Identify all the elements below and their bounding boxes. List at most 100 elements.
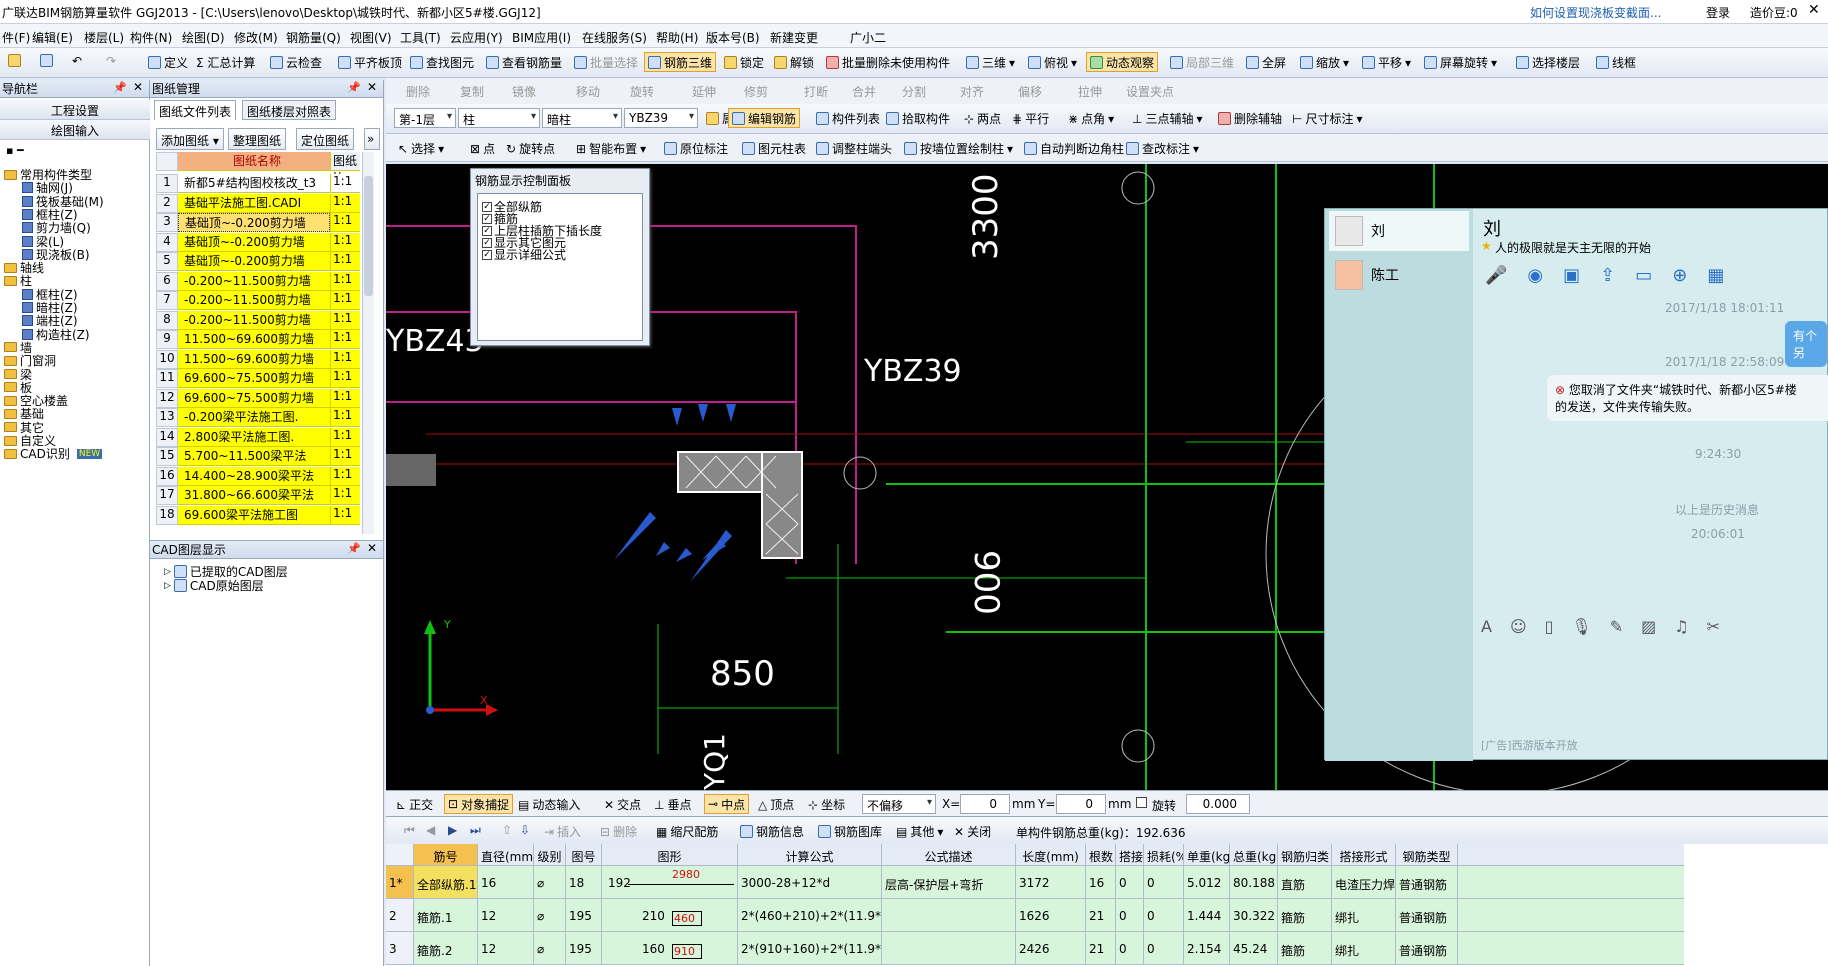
drawing-row[interactable]: 9 11.500~69.600剪力墙 1:1 xyxy=(156,330,360,349)
move-button[interactable]: 移动 xyxy=(576,83,600,100)
save-button[interactable] xyxy=(40,54,53,67)
auto-corner-button[interactable]: 自动判断边角柱 xyxy=(1024,140,1124,157)
grid-cell[interactable]: ⌀ xyxy=(534,932,566,964)
grid-row[interactable]: 3 箍筋.2 12 ⌀ 195 160 910 2*(910+160)+2*(11.9*d) 2… xyxy=(386,932,1684,965)
drawing-scale[interactable]: 1:1 xyxy=(330,447,360,466)
grid-cell[interactable]: 12 xyxy=(478,899,534,931)
subtype-select[interactable]: 暗柱 xyxy=(542,108,622,128)
drawing-name[interactable]: 基础顶~-0.200剪力墙 xyxy=(178,213,330,232)
select-button[interactable]: ↖ 选择 ▾ xyxy=(398,140,444,157)
drawing-row[interactable]: 12 69.600~75.500剪力墙 1:1 xyxy=(156,388,360,408)
batch-select-button[interactable]: 批量选择 xyxy=(574,54,638,71)
other-button[interactable]: ▤ 其他 ▾ xyxy=(896,823,943,840)
drawing-name[interactable]: 2.800梁平法施工图. xyxy=(178,427,330,447)
grid-cell[interactable]: 普通钢筋 xyxy=(1396,866,1458,898)
grid-cell[interactable]: 0 xyxy=(1144,932,1184,964)
zoom-button[interactable]: 缩放 ▾ xyxy=(1300,54,1349,71)
type-select[interactable]: 柱 xyxy=(458,108,540,128)
image-icon[interactable]: ▨ xyxy=(1641,617,1656,636)
row-number[interactable]: 3 xyxy=(386,932,414,964)
offset-mode-select[interactable]: 不偏移 xyxy=(862,794,936,814)
drawing-name[interactable]: 基础平法施工图.CADI xyxy=(178,193,330,213)
grid-header-cell[interactable]: 图形 xyxy=(602,844,738,865)
grid-header-cell[interactable]: 搭接 xyxy=(1116,844,1144,865)
member-select[interactable]: YBZ39 xyxy=(624,108,698,128)
menu-file[interactable]: 件(F) xyxy=(2,29,30,46)
drawing-name[interactable]: 基础顶~-0.200剪力墙 xyxy=(178,232,330,252)
prev-record-icon[interactable]: ◀ xyxy=(426,823,435,837)
member-list-button[interactable]: 构件列表 xyxy=(816,110,880,127)
drawing-scale[interactable]: 1:1 xyxy=(330,505,360,525)
grid-cell[interactable]: 16 xyxy=(1086,866,1116,898)
drawing-scale[interactable]: 1:1 xyxy=(330,330,360,349)
define-button[interactable]: 定义 xyxy=(148,54,188,71)
mic-icon[interactable]: 🎤 xyxy=(1485,265,1507,286)
rebar-name-cell[interactable]: 全部纵筋.1 xyxy=(414,866,478,898)
help-link[interactable]: 如何设置现浇板变截面... xyxy=(1530,4,1661,21)
lock-button[interactable]: 锁定 xyxy=(724,54,764,71)
copy-button[interactable]: 复制 xyxy=(460,83,484,100)
perpendicular-snap[interactable]: ⊥ 垂点 xyxy=(654,796,691,813)
stretch-button[interactable]: 拉伸 xyxy=(1078,83,1102,100)
organize-drawing-button[interactable]: 整理图纸 xyxy=(228,128,287,150)
scrollbar[interactable] xyxy=(362,152,374,534)
trim-button[interactable]: 修剪 xyxy=(744,83,768,100)
drawing-row[interactable]: 13 -0.200梁平法施工图. 1:1 xyxy=(156,408,360,427)
insert-button[interactable]: ⇥ 插入 xyxy=(544,823,581,840)
grid-row[interactable]: 1* 全部纵筋.1 16 ⌀ 18 192 2980 3000-28+12*d 层高-保护层+弯… xyxy=(386,866,1684,899)
drawing-scale[interactable]: 1:1 xyxy=(330,427,360,447)
grid-header-cell[interactable]: 总重(kg) xyxy=(1230,844,1278,865)
drawing-scale[interactable]: 1:1 xyxy=(330,369,360,388)
drawing-row[interactable]: 5 基础顶~-0.200剪力墙 1:1 xyxy=(156,252,360,271)
project-settings-button[interactable]: 工程设置 xyxy=(0,100,150,120)
drawing-row[interactable]: 15 5.700~11.500梁平法 1:1 xyxy=(156,447,360,466)
drawing-name[interactable]: 11.500~69.600剪力墙 xyxy=(178,349,330,369)
align-top-button[interactable]: 平齐板顶 xyxy=(338,54,402,71)
drawing-scale[interactable]: 1:1 xyxy=(330,466,360,486)
grid-cell[interactable]: 0 xyxy=(1144,866,1184,898)
grid-cell[interactable]: 普通钢筋 xyxy=(1396,899,1458,931)
first-record-icon[interactable]: ⏮ xyxy=(404,823,415,838)
view-rebar-button[interactable]: 查看钢筋量 xyxy=(486,54,562,71)
contact-liu[interactable]: 刘 xyxy=(1329,211,1469,251)
undo-button[interactable]: ↶ xyxy=(72,54,82,68)
floor-select[interactable]: 第-1层 xyxy=(394,108,456,128)
tree-item[interactable]: 构造柱(Z) xyxy=(22,326,90,343)
point-button[interactable]: ⊠ 点 xyxy=(470,140,495,157)
tree-toolbar[interactable]: ▪ ━ xyxy=(6,144,24,157)
drawing-row[interactable]: 14 2.800梁平法施工图. 1:1 xyxy=(156,427,360,447)
drawing-name[interactable]: 69.600~75.500剪力墙 xyxy=(178,388,330,408)
drawing-name[interactable]: 新都5#结构图校核改_t3 xyxy=(178,174,330,193)
delete-row-button[interactable]: ⊟ 删除 xyxy=(600,823,637,840)
menu-online[interactable]: 在线服务(S) xyxy=(582,29,647,46)
drawing-row[interactable]: 6 -0.200~11.500剪力墙 1:1 xyxy=(156,271,360,291)
dynamic-observe-button[interactable]: 动态观察 xyxy=(1086,52,1159,72)
grid-header-cell[interactable]: 搭接形式 xyxy=(1332,844,1396,865)
next-record-icon[interactable]: ▶ xyxy=(448,823,457,837)
grid-cell[interactable]: 2*(910+160)+2*(11.9*d) xyxy=(738,932,882,964)
rotate-input[interactable]: 0.000 xyxy=(1186,794,1250,814)
apps-icon[interactable]: ▦ xyxy=(1707,265,1724,286)
parallel-button[interactable]: ⋕ 平行 xyxy=(1012,110,1049,127)
drawing-name[interactable]: 69.600梁平法施工图 xyxy=(178,505,330,525)
rebar-name-cell[interactable]: 箍筋.2 xyxy=(414,932,478,964)
rebar-library-button[interactable]: 钢筋图库 xyxy=(818,823,882,840)
remote-icon[interactable]: ▭ xyxy=(1635,265,1652,286)
grid-header-cell[interactable]: 单重(kg) xyxy=(1184,844,1230,865)
grid-header-cell[interactable]: 长度(mm) xyxy=(1016,844,1086,865)
midpoint-snap[interactable]: ⊸ 中点 xyxy=(704,794,750,814)
menu-version[interactable]: 版本号(B) xyxy=(706,29,760,46)
delete-axis-button[interactable]: 删除辅轴 xyxy=(1218,110,1282,127)
two-point-button[interactable]: ⊹ 两点 xyxy=(964,110,1001,127)
batch-delete-button[interactable]: 批量删除未使用构件 xyxy=(826,54,950,71)
drawing-scale[interactable]: 1:1 xyxy=(330,213,360,232)
drawing-scale[interactable]: 1:1 xyxy=(330,252,360,271)
last-record-icon[interactable]: ⏭ xyxy=(470,823,481,838)
shake-icon[interactable]: ▯ xyxy=(1545,617,1554,636)
grid-cell[interactable]: 16 xyxy=(478,866,534,898)
move-up-icon[interactable]: ⇧ xyxy=(502,823,512,837)
drawing-row[interactable]: 1 新都5#结构图校核改_t3 1:1 xyxy=(156,174,360,193)
coordinate-snap[interactable]: ⊹ 坐标 xyxy=(808,796,845,813)
file-send-icon[interactable]: ⇪ xyxy=(1600,265,1615,286)
grid-cell[interactable]: 箍筋 xyxy=(1278,932,1332,964)
